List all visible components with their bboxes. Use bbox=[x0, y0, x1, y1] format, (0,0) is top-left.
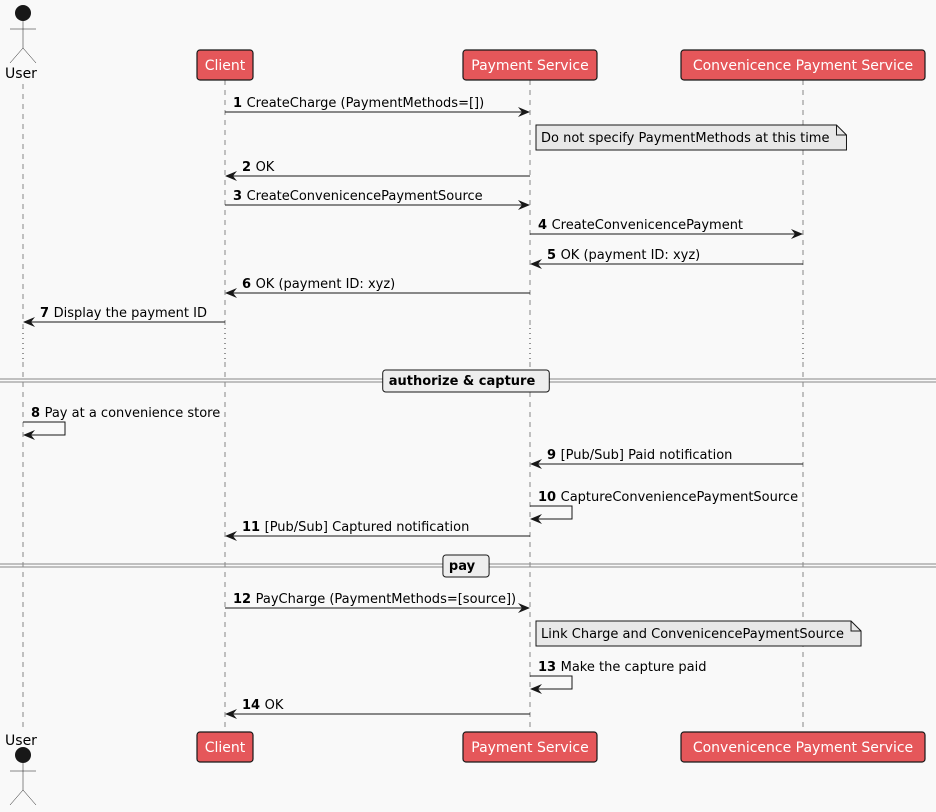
message-arrow bbox=[530, 675, 573, 694]
participant-conv-bottom: Convenicence Payment Service bbox=[680, 731, 926, 763]
participant-conv-top: Convenicence Payment Service bbox=[680, 49, 926, 81]
message-3: 3 CreateConvenicencePaymentSource bbox=[225, 189, 530, 210]
message-label: 12 PayCharge (PaymentMethods=[source]) bbox=[233, 592, 516, 607]
participant-label: Convenicence Payment Service bbox=[693, 740, 913, 756]
message-label: 6 OK (payment ID: xyz) bbox=[242, 277, 395, 292]
message-label: 14 OK bbox=[242, 698, 284, 713]
divider-label: pay bbox=[449, 559, 476, 574]
message-13: 13 Make the capture paid bbox=[530, 660, 706, 694]
divider-pay: pay bbox=[0, 554, 936, 578]
divider-label: authorize & capture bbox=[389, 374, 536, 389]
actor-icon bbox=[9, 747, 37, 806]
message-1: 1 CreateCharge (PaymentMethods=[]) bbox=[225, 96, 530, 117]
actor-icon bbox=[9, 5, 37, 64]
message-11: 11 [Pub/Sub] Captured notification bbox=[225, 520, 530, 541]
message-label: 5 OK (payment ID: xyz) bbox=[547, 248, 700, 263]
message-label: 9 [Pub/Sub] Paid notification bbox=[547, 448, 732, 463]
actor-user-top: User bbox=[5, 5, 37, 82]
note: Do not specify PaymentMethods at this ti… bbox=[535, 124, 847, 151]
message-label: 11 [Pub/Sub] Captured notification bbox=[242, 520, 469, 535]
message-5: 5 OK (payment ID: xyz) bbox=[530, 248, 803, 269]
participant-label: Convenicence Payment Service bbox=[693, 58, 913, 74]
participant-heads-top: User Client Payment Service Convenicence Pa… bbox=[5, 5, 926, 82]
participant-label: Payment Service bbox=[471, 58, 588, 74]
message-10: 10 CaptureConveniencePaymentSource bbox=[530, 490, 798, 524]
message-label: 3 CreateConvenicencePaymentSource bbox=[233, 189, 483, 204]
message-arrow bbox=[23, 421, 66, 440]
message-label: 10 CaptureConveniencePaymentSource bbox=[538, 490, 798, 505]
message-label: 13 Make the capture paid bbox=[538, 660, 706, 675]
message-8: 8 Pay at a convenience store bbox=[23, 406, 220, 440]
note-text: Link Charge and ConvenicencePaymentSourc… bbox=[541, 627, 844, 642]
message-12: 12 PayCharge (PaymentMethods=[source]) bbox=[225, 592, 530, 613]
participant-payment-bottom: Payment Service bbox=[462, 731, 598, 763]
message-7: 7 Display the payment ID bbox=[23, 306, 225, 327]
events: 1 CreateCharge (PaymentMethods=[]) Do not… bbox=[0, 96, 936, 719]
actor-label: User bbox=[5, 733, 37, 749]
message-14: 14 OK bbox=[225, 698, 530, 719]
participant-client-top: Client bbox=[196, 49, 254, 81]
message-label: 2 OK bbox=[242, 160, 275, 175]
participant-label: Payment Service bbox=[471, 740, 588, 756]
note: Link Charge and ConvenicencePaymentSourc… bbox=[535, 620, 862, 647]
participant-label: Client bbox=[205, 740, 246, 756]
actor-label: User bbox=[5, 66, 37, 82]
message-4: 4 CreateConvenicencePayment bbox=[530, 218, 803, 239]
message-2: 2 OK bbox=[225, 160, 530, 181]
participant-heads-bottom: User Client Payment Service Convenicence Pa… bbox=[5, 731, 926, 806]
participant-payment-top: Payment Service bbox=[462, 49, 598, 81]
sequence-diagram: User Client Payment Service Convenicence Pa… bbox=[0, 5, 936, 806]
message-9: 9 [Pub/Sub] Paid notification bbox=[530, 448, 803, 469]
actor-user-bottom: User bbox=[5, 733, 37, 806]
divider-authorize-capture: authorize & capture bbox=[0, 369, 936, 393]
participant-client-bottom: Client bbox=[196, 731, 254, 763]
message-label: 8 Pay at a convenience store bbox=[31, 406, 220, 421]
note-text: Do not specify PaymentMethods at this ti… bbox=[541, 131, 829, 146]
message-6: 6 OK (payment ID: xyz) bbox=[225, 277, 530, 298]
participant-label: Client bbox=[205, 58, 246, 74]
message-label: 7 Display the payment ID bbox=[40, 306, 207, 321]
message-arrow bbox=[530, 505, 573, 524]
message-label: 1 CreateCharge (PaymentMethods=[]) bbox=[233, 96, 484, 111]
message-label: 4 CreateConvenicencePayment bbox=[538, 218, 743, 233]
